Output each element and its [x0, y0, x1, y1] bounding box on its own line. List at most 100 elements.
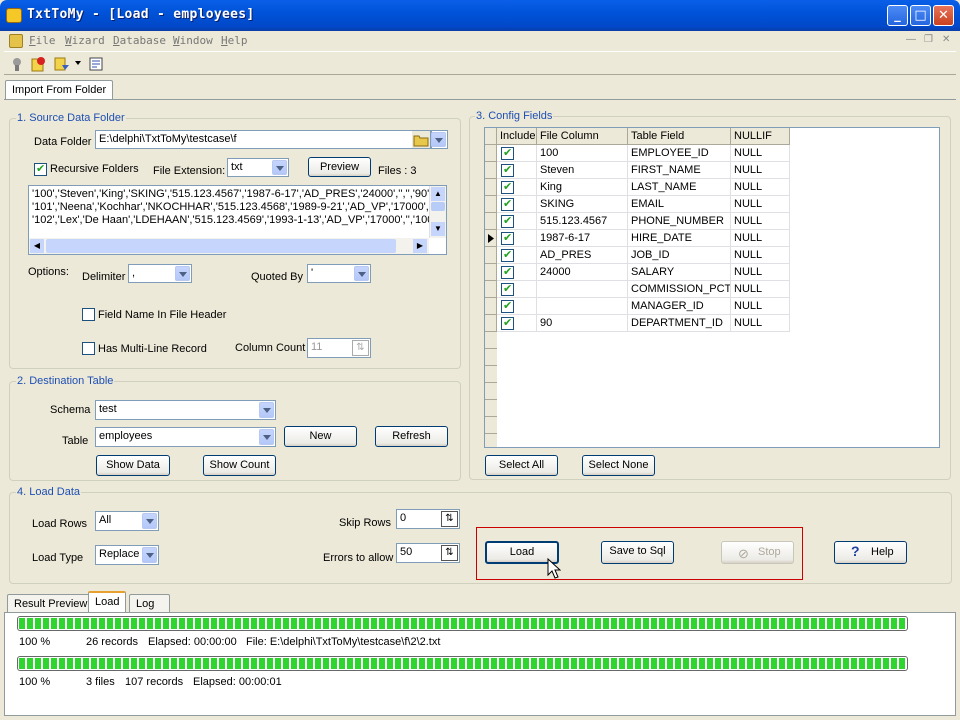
row-indicator[interactable]	[485, 315, 497, 332]
refresh-button[interactable]: Refresh	[375, 426, 448, 447]
hscroll-thumb[interactable]	[46, 239, 396, 253]
data-folder-dropdown[interactable]	[431, 130, 448, 149]
table-row[interactable]: StevenFIRST_NAMENULL	[485, 162, 790, 179]
include-checkbox[interactable]	[501, 163, 514, 177]
select-all-button[interactable]: Select All	[485, 455, 558, 476]
row-indicator[interactable]	[485, 298, 497, 315]
nullif-cell[interactable]: NULL	[731, 281, 790, 298]
file-column-cell[interactable]: AD_PRES	[537, 247, 628, 264]
file-column-cell[interactable]	[537, 298, 628, 315]
table-field-cell[interactable]: FIRST_NAME	[628, 162, 731, 179]
include-cell[interactable]	[497, 162, 537, 179]
table-row[interactable]: AD_PRESJOB_IDNULL	[485, 247, 790, 264]
field-name-header-checkbox[interactable]	[82, 308, 95, 321]
table-field-cell[interactable]: COMMISSION_PCT	[628, 281, 731, 298]
table-field-cell[interactable]: PHONE_NUMBER	[628, 213, 731, 230]
vscroll-thumb[interactable]	[431, 202, 445, 211]
table-row[interactable]: 515.123.4567PHONE_NUMBERNULL	[485, 213, 790, 230]
file-column-cell[interactable]: Steven	[537, 162, 628, 179]
col-header-include[interactable]: Include	[497, 128, 537, 145]
help-button[interactable]: ? Help	[834, 541, 907, 564]
file-column-cell[interactable]: 24000	[537, 264, 628, 281]
table-row[interactable]: SKINGEMAILNULL	[485, 196, 790, 213]
spin-icon[interactable]: ⇅	[441, 511, 458, 527]
preview-button[interactable]: Preview	[308, 157, 371, 177]
menu-help[interactable]: Help	[221, 34, 248, 47]
menu-window[interactable]: Window	[173, 34, 213, 47]
row-indicator[interactable]	[485, 179, 497, 196]
file-column-cell[interactable]: 515.123.4567	[537, 213, 628, 230]
file-column-cell[interactable]: 1987-6-17	[537, 230, 628, 247]
nullif-cell[interactable]: NULL	[731, 315, 790, 332]
tab-result-preview[interactable]: Result Preview	[7, 594, 95, 613]
include-checkbox[interactable]	[501, 231, 514, 245]
table-row[interactable]: KingLAST_NAMENULL	[485, 179, 790, 196]
nullif-cell[interactable]: NULL	[731, 264, 790, 281]
include-cell[interactable]	[497, 298, 537, 315]
wizard-icon[interactable]	[30, 56, 46, 72]
schema-select[interactable]: test	[95, 400, 276, 420]
nullif-cell[interactable]: NULL	[731, 162, 790, 179]
include-cell[interactable]	[497, 179, 537, 196]
new-table-button[interactable]: New	[284, 426, 357, 447]
include-cell[interactable]	[497, 230, 537, 247]
include-checkbox[interactable]	[501, 299, 514, 313]
show-data-button[interactable]: Show Data	[96, 455, 170, 476]
row-indicator[interactable]	[485, 213, 497, 230]
row-indicator[interactable]	[485, 264, 497, 281]
include-cell[interactable]	[497, 196, 537, 213]
table-row[interactable]: MANAGER_IDNULL	[485, 298, 790, 315]
row-indicator[interactable]	[485, 196, 497, 213]
include-cell[interactable]	[497, 264, 537, 281]
save-to-sql-button[interactable]: Save to Sql	[601, 541, 674, 564]
mdi-restore-icon[interactable]: ❐	[924, 34, 933, 45]
tab-load[interactable]: Load	[88, 591, 127, 613]
save-sql-icon[interactable]	[88, 56, 104, 72]
nullif-cell[interactable]: NULL	[731, 247, 790, 264]
include-checkbox[interactable]	[501, 180, 514, 194]
col-header-file-column[interactable]: File Column	[537, 128, 628, 145]
config-fields-grid[interactable]: Include File Column Table Field NULLIF 1…	[484, 127, 940, 448]
skip-rows-input[interactable]: 0 ⇅	[396, 509, 460, 529]
nullif-cell[interactable]: NULL	[731, 179, 790, 196]
current-row-indicator-icon[interactable]	[485, 230, 497, 247]
folder-browse-icon[interactable]	[412, 131, 430, 148]
include-checkbox[interactable]	[501, 197, 514, 211]
nullif-cell[interactable]: NULL	[731, 145, 790, 162]
minimize-button[interactable]: _	[887, 5, 908, 26]
table-field-cell[interactable]: LAST_NAME	[628, 179, 731, 196]
maximize-button[interactable]: □	[910, 5, 931, 26]
load-rows-select[interactable]: All	[95, 511, 159, 531]
col-header-table-field[interactable]: Table Field	[628, 128, 731, 145]
menu-wizard[interactable]: Wizard	[65, 34, 105, 47]
tab-log[interactable]: Log	[129, 594, 170, 613]
table-field-cell[interactable]: EMAIL	[628, 196, 731, 213]
include-checkbox[interactable]	[501, 265, 514, 279]
include-checkbox[interactable]	[501, 316, 514, 330]
delimiter-select[interactable]: ,	[128, 264, 192, 283]
nullif-cell[interactable]: NULL	[731, 196, 790, 213]
dropdown-arrow-icon[interactable]	[75, 61, 81, 65]
file-column-cell[interactable]: 100	[537, 145, 628, 162]
preview-vscrollbar[interactable]: ▲ ▼	[429, 186, 446, 238]
include-checkbox[interactable]	[501, 282, 514, 296]
select-none-button[interactable]: Select None	[582, 455, 655, 476]
title-bar[interactable]: TxtToMy - [Load - employees] _ □ ✕	[0, 0, 960, 31]
row-indicator[interactable]	[485, 247, 497, 264]
include-checkbox[interactable]	[501, 146, 514, 160]
nullif-cell[interactable]: NULL	[731, 298, 790, 315]
menu-database[interactable]: Database	[113, 34, 166, 47]
table-field-cell[interactable]: JOB_ID	[628, 247, 731, 264]
table-field-cell[interactable]: HIRE_DATE	[628, 230, 731, 247]
include-cell[interactable]	[497, 213, 537, 230]
table-row[interactable]: 90DEPARTMENT_IDNULL	[485, 315, 790, 332]
table-row[interactable]: 1987-6-17HIRE_DATENULL	[485, 230, 790, 247]
column-count-input[interactable]: 11 ⇅	[307, 338, 371, 358]
row-indicator[interactable]	[485, 162, 497, 179]
quoted-by-select[interactable]: '	[307, 264, 371, 283]
include-checkbox[interactable]	[501, 248, 514, 262]
row-indicator[interactable]	[485, 145, 497, 162]
app-icon[interactable]	[6, 8, 22, 23]
connect-icon[interactable]	[9, 56, 25, 72]
include-cell[interactable]	[497, 247, 537, 264]
